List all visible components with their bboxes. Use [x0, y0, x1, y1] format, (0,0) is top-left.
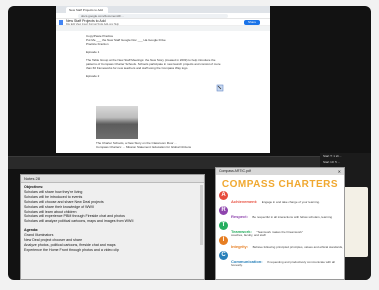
browser-window: New Staff Projects to Add docs.google.co…	[56, 6, 270, 153]
artic-row: R Respect: Be respectful in all interact…	[216, 205, 344, 237]
url-field[interactable]: docs.google.com/document/d/...	[78, 14, 228, 18]
pdf-title-bar: Compass ARTIC.pdf ✕	[216, 168, 344, 175]
compass-pdf-panel[interactable]: Compass ARTIC.pdf ✕ COMPASS CHARTERS A A…	[215, 167, 345, 280]
value-text: Engage in and take charge of your learni…	[261, 200, 320, 204]
docs-icon	[59, 20, 63, 25]
artic-row: T Teamwork: "Teamwork makes the Dreamwor…	[216, 220, 344, 235]
close-icon[interactable]: ✕	[338, 168, 341, 175]
value-word: Achievement:	[231, 199, 258, 204]
value-word: Teamwork:	[231, 229, 252, 234]
note-line: Experience the Home Front through photos…	[24, 247, 119, 252]
notes-body[interactable]: Objectives: Scholars will share how they…	[21, 183, 204, 255]
notes-title: Notes 28	[21, 175, 204, 183]
letter-badge: T	[219, 221, 228, 230]
letter-badge: I	[219, 236, 228, 245]
artic-row: C Communication: If requesting and produ…	[216, 250, 344, 279]
share-button[interactable]: Share	[244, 20, 260, 25]
value-word: Respect:	[231, 214, 248, 219]
tab-bar: New Staff Projects to Add	[56, 6, 270, 13]
value-word: Integrity:	[231, 244, 249, 249]
screen-share-frame: New Staff Projects to Add docs.google.co…	[8, 6, 371, 280]
notes-panel[interactable]: Notes 28 Objectives: Scholars will share…	[20, 174, 205, 280]
page-line: Compass Charters: ... Mission Statement:…	[96, 145, 192, 149]
page-line: Episode 2	[86, 74, 100, 78]
letter-badge: C	[219, 251, 228, 260]
artic-row: I Integrity: Behave following principled…	[216, 235, 344, 267]
artic-row: A Achievement: Engage in and take charge…	[216, 190, 344, 205]
cursor-icon	[216, 84, 224, 92]
pdf-filename: Compass ARTIC.pdf	[219, 169, 251, 173]
letter-badge: R	[219, 206, 228, 215]
docs-header: New Staff Projects to Add File Edit View…	[56, 19, 270, 26]
docs-toolbar[interactable]	[56, 26, 270, 31]
value-text: "Teamwork makes the Dreamwork"	[256, 230, 303, 234]
historical-photo	[96, 106, 138, 139]
notes-scrollbar[interactable]	[200, 185, 203, 245]
docs-menu[interactable]: File Edit View Insert Format Tools Add-o…	[66, 23, 119, 26]
letter-badge: A	[219, 191, 228, 200]
document-page: Copy/Paste Practice Put Me ___ the New S…	[86, 34, 236, 153]
value-word: Communication:	[231, 259, 263, 264]
compass-heading: COMPASS CHARTERS	[221, 179, 339, 190]
